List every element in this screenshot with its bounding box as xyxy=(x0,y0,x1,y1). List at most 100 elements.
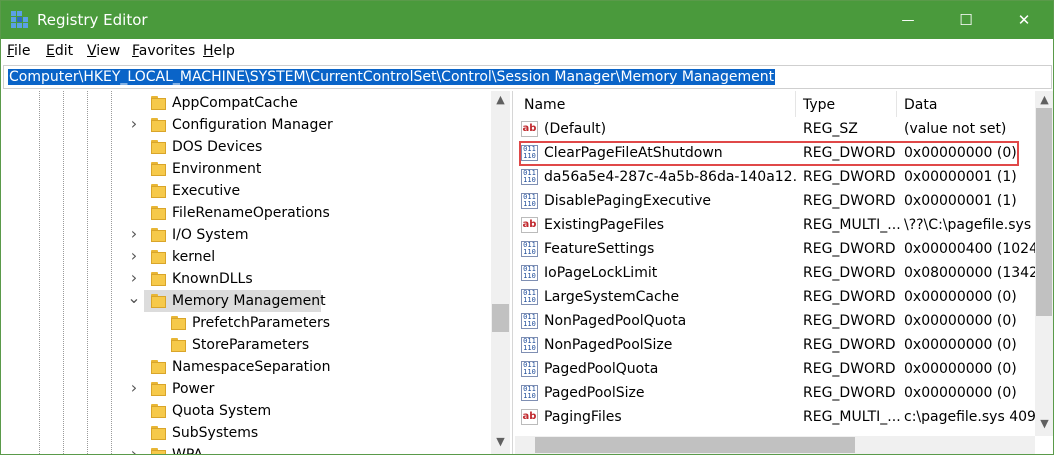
address-bar[interactable]: Computer\HKEY_LOCAL_MACHINE\SYSTEM\Curre… xyxy=(3,65,1052,89)
registry-editor-window: Registry Editor — ☐ ✕ File Edit View Fav… xyxy=(0,0,1054,455)
folder-icon xyxy=(151,250,166,264)
value-row[interactable]: 011 110 PagedPoolQuota REG_DWORD 0x00000000 … xyxy=(515,358,1035,382)
column-header-data[interactable]: Data xyxy=(904,97,937,113)
tree-item[interactable]: › I/O System xyxy=(3,224,491,246)
folder-icon xyxy=(151,448,166,454)
chevron-right-icon[interactable]: › xyxy=(127,378,141,397)
list-vertical-scrollbar[interactable]: ▲ ▼ xyxy=(1035,91,1053,436)
value-data: 0x00000001 (1) xyxy=(904,193,1017,209)
tree-item[interactable]: › KnownDLLs xyxy=(3,268,491,290)
folder-icon xyxy=(151,404,166,418)
tree-item[interactable]: ⌄ Memory Management xyxy=(3,288,491,312)
chevron-down-icon[interactable]: ⌄ xyxy=(127,288,141,307)
value-data: 0x00000000 (0) xyxy=(904,337,1017,353)
tree-item[interactable]: StoreParameters xyxy=(3,334,491,356)
binary-value-icon: 011 110 xyxy=(521,313,538,329)
menu-favorites[interactable]: Favorites xyxy=(132,43,195,59)
key-tree-pane[interactable]: AppCompatCache › Configuration Manager DOS … xyxy=(3,91,513,454)
tree-item[interactable]: Executive xyxy=(3,180,491,202)
value-data: 0x00000001 (1) xyxy=(904,169,1017,185)
chevron-right-icon[interactable]: › xyxy=(127,114,141,133)
chevron-right-icon[interactable]: › xyxy=(127,246,141,265)
chevron-right-icon[interactable]: › xyxy=(127,224,141,243)
folder-icon xyxy=(151,184,166,198)
value-name: ExistingPageFiles xyxy=(544,217,665,233)
folder-icon xyxy=(171,338,186,352)
binary-value-icon: 011 110 xyxy=(521,385,538,401)
folder-icon xyxy=(151,162,166,176)
list-horizontal-scrollbar[interactable] xyxy=(515,436,1035,454)
title-bar[interactable]: Registry Editor — ☐ ✕ xyxy=(1,1,1053,39)
tree-item[interactable]: DOS Devices xyxy=(3,136,491,158)
binary-value-icon: 011 110 xyxy=(521,361,538,377)
tree-item[interactable]: › kernel xyxy=(3,246,491,268)
value-row[interactable]: ab PagingFiles REG_MULTI_... c:\pagefile.sy… xyxy=(515,406,1035,430)
tree-item-label: KnownDLLs xyxy=(172,271,253,287)
tree-item-label: Executive xyxy=(172,183,241,199)
value-data: 0x00000000 (0) xyxy=(904,361,1017,377)
binary-value-icon: 011 110 xyxy=(521,265,538,281)
folder-icon xyxy=(151,360,166,374)
column-header-name[interactable]: Name xyxy=(524,97,565,113)
chevron-right-icon[interactable]: › xyxy=(127,444,141,454)
folder-icon xyxy=(151,140,166,154)
value-name: DisablePagingExecutive xyxy=(544,193,712,209)
menu-edit[interactable]: Edit xyxy=(46,43,73,59)
column-divider[interactable] xyxy=(896,91,897,117)
tree-item[interactable]: AppCompatCache xyxy=(3,92,491,114)
value-name: FeatureSettings xyxy=(544,241,655,257)
value-row[interactable]: ab (Default) REG_SZ (value not set) xyxy=(515,118,1035,142)
column-header-type[interactable]: Type xyxy=(803,97,835,113)
close-button[interactable]: ✕ xyxy=(1001,1,1047,39)
menu-bar: File Edit View Favorites Help xyxy=(1,40,1053,64)
maximize-button[interactable]: ☐ xyxy=(943,1,989,39)
value-name: PagedPoolQuota xyxy=(544,361,659,377)
list-hscroll-thumb[interactable] xyxy=(535,437,855,453)
tree-item[interactable]: Environment xyxy=(3,158,491,180)
tree-item[interactable]: NamespaceSeparation xyxy=(3,356,491,378)
scroll-up-icon[interactable]: ▲ xyxy=(491,93,510,106)
value-data: c:\pagefile.sys 4096 xyxy=(904,409,1035,425)
value-row[interactable]: 011 110 NonPagedPoolSize REG_DWORD 0x0000000… xyxy=(515,334,1035,358)
tree-scroll-thumb[interactable] xyxy=(492,304,509,332)
value-type: REG_SZ xyxy=(803,121,858,137)
list-scroll-thumb[interactable] xyxy=(1036,108,1052,316)
binary-value-icon: 011 110 xyxy=(521,289,538,305)
value-name: NonPagedPoolQuota xyxy=(544,313,687,329)
tree-item[interactable]: Quota System xyxy=(3,400,491,422)
value-row[interactable]: 011 110 da56a5e4-287c-4a5b-86da-140a12... R… xyxy=(515,166,1035,190)
tree-item[interactable]: FileRenameOperations xyxy=(3,202,491,224)
value-type: REG_DWORD xyxy=(803,361,896,377)
address-path[interactable]: Computer\HKEY_LOCAL_MACHINE\SYSTEM\Curre… xyxy=(8,69,776,85)
tree-item[interactable]: PrefetchParameters xyxy=(3,312,491,334)
scroll-up-icon[interactable]: ▲ xyxy=(1035,93,1053,106)
scroll-down-icon[interactable]: ▼ xyxy=(1035,417,1053,430)
value-row[interactable]: ab ExistingPageFiles REG_MULTI_... \??\C:\p… xyxy=(515,214,1035,238)
column-header-row: Name Type Data xyxy=(515,91,1053,117)
value-row[interactable]: 011 110 DisablePagingExecutive REG_DWORD 0x0… xyxy=(515,190,1035,214)
value-row[interactable]: 011 110 LargeSystemCache REG_DWORD 0x0000000… xyxy=(515,286,1035,310)
close-icon: ✕ xyxy=(1017,11,1031,29)
tree-item[interactable]: › Power xyxy=(3,378,491,400)
chevron-right-icon[interactable]: › xyxy=(127,268,141,287)
minimize-button[interactable]: — xyxy=(885,1,931,39)
tree-vertical-scrollbar[interactable]: ▲ ▼ xyxy=(491,91,510,454)
menu-view[interactable]: View xyxy=(87,43,120,59)
value-type: REG_DWORD xyxy=(803,265,896,281)
tree-item-label: WPA xyxy=(172,447,203,454)
column-divider[interactable] xyxy=(795,91,796,117)
value-name: PagedPoolSize xyxy=(544,385,645,401)
value-row[interactable]: 011 110 NonPagedPoolQuota REG_DWORD 0x000000… xyxy=(515,310,1035,334)
maximize-icon: ☐ xyxy=(959,11,973,29)
value-row[interactable]: 011 110 FeatureSettings REG_DWORD 0x00000400… xyxy=(515,238,1035,262)
tree-item[interactable]: › WPA xyxy=(3,444,491,454)
tree-item-label: PrefetchParameters xyxy=(192,315,330,331)
scroll-down-icon[interactable]: ▼ xyxy=(491,435,510,448)
value-data: 0x00000000 (0) xyxy=(904,289,1017,305)
value-row[interactable]: 011 110 PagedPoolSize REG_DWORD 0x00000000 (… xyxy=(515,382,1035,406)
tree-item[interactable]: › Configuration Manager xyxy=(3,114,491,136)
menu-help[interactable]: Help xyxy=(203,43,235,59)
tree-item[interactable]: SubSystems xyxy=(3,422,491,444)
value-row[interactable]: 011 110 IoPageLockLimit REG_DWORD 0x08000000… xyxy=(515,262,1035,286)
menu-file[interactable]: File xyxy=(7,43,30,59)
